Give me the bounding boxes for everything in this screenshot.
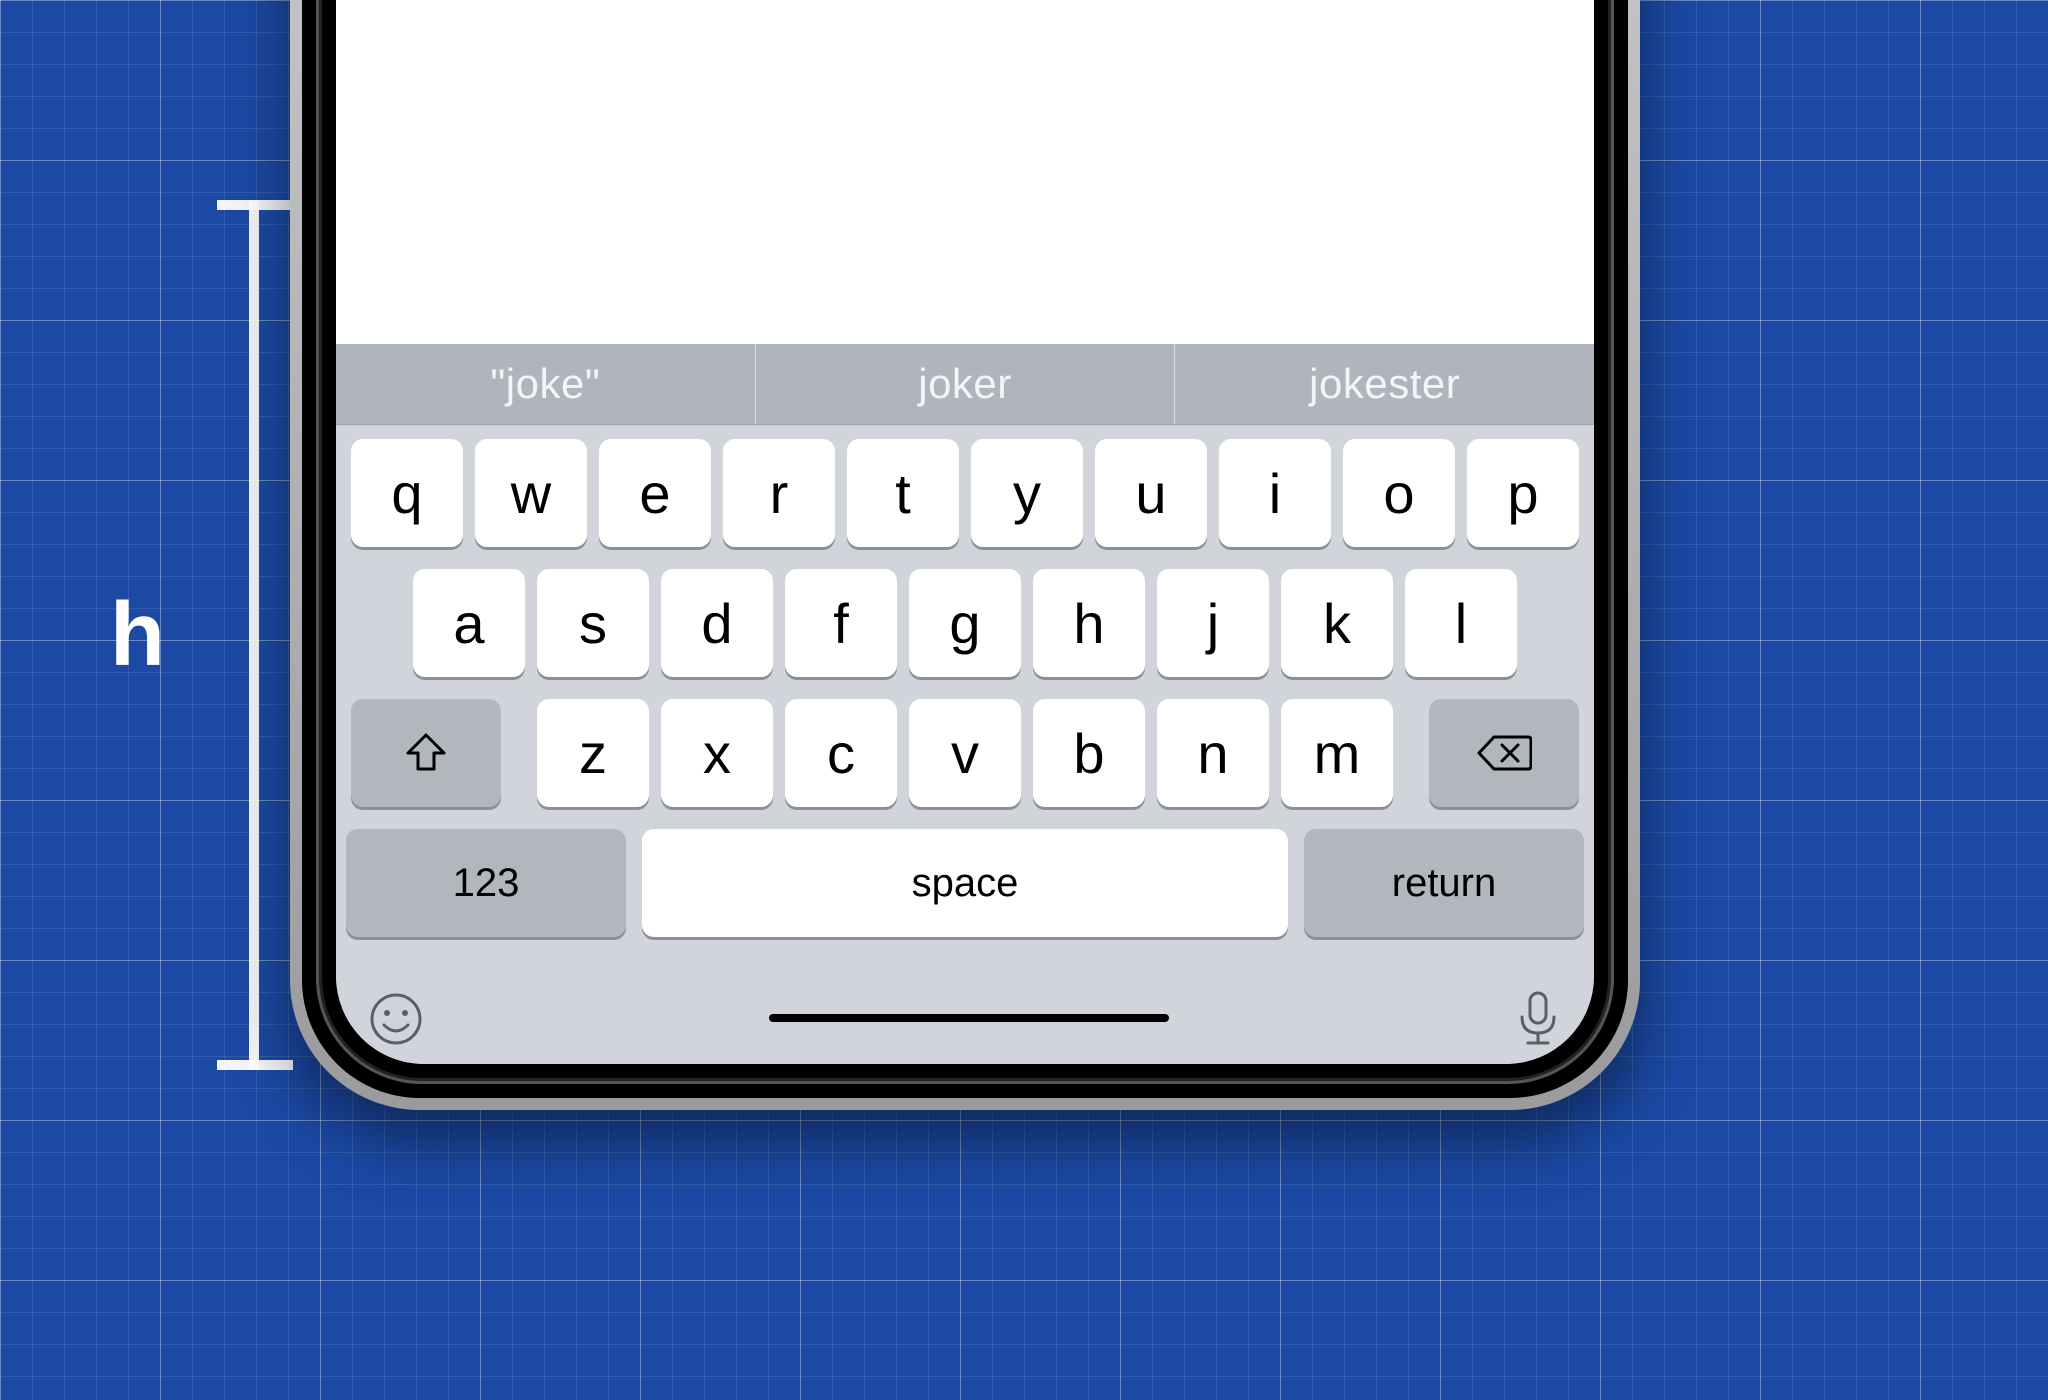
height-bracket [217,200,293,1070]
key-c[interactable]: c [785,699,897,807]
key-row-top: q w e r t y u i o p [346,439,1584,547]
key-r[interactable]: r [723,439,835,547]
key-k[interactable]: k [1281,569,1393,677]
key-u[interactable]: u [1095,439,1207,547]
key-row-middle: a s d f g h j k l [346,569,1584,677]
height-annotation: h [110,200,293,1070]
key-row-bottom: z x c v b n m [346,699,1584,807]
key-x[interactable]: x [661,699,773,807]
key-b[interactable]: b [1033,699,1145,807]
key-g[interactable]: g [909,569,1021,677]
backspace-key[interactable] [1429,699,1579,807]
prediction-suggestion[interactable]: "joke" [336,344,755,424]
key-f[interactable]: f [785,569,897,677]
prediction-suggestion[interactable]: jokester [1174,344,1594,424]
height-label: h [110,584,167,687]
key-y[interactable]: y [971,439,1083,547]
key-w[interactable]: w [475,439,587,547]
key-j[interactable]: j [1157,569,1269,677]
key-n[interactable]: n [1157,699,1269,807]
shift-icon [402,729,450,777]
key-a[interactable]: a [413,569,525,677]
key-l[interactable]: l [1405,569,1517,677]
key-e[interactable]: e [599,439,711,547]
shift-key[interactable] [351,699,501,807]
numbers-key[interactable]: 123 [346,829,626,937]
keyboard-bottom-bar [336,965,1594,1064]
key-z[interactable]: z [537,699,649,807]
key-p[interactable]: p [1467,439,1579,547]
key-s[interactable]: s [537,569,649,677]
emoji-icon[interactable] [368,991,424,1052]
prediction-bar: "joke" joker jokester [336,344,1594,425]
phone-frame: "joke" joker jokester q w e r t y u i o … [290,0,1640,1110]
prediction-suggestion[interactable]: joker [755,344,1175,424]
phone-screen: "joke" joker jokester q w e r t y u i o … [336,0,1594,1064]
key-o[interactable]: o [1343,439,1455,547]
key-row-action: 123 space return [346,829,1584,937]
key-i[interactable]: i [1219,439,1331,547]
key-d[interactable]: d [661,569,773,677]
return-key[interactable]: return [1304,829,1584,937]
key-h[interactable]: h [1033,569,1145,677]
home-indicator[interactable] [769,1014,1169,1022]
keyboard: "joke" joker jokester q w e r t y u i o … [336,344,1594,1064]
key-q[interactable]: q [351,439,463,547]
key-t[interactable]: t [847,439,959,547]
key-m[interactable]: m [1281,699,1393,807]
key-v[interactable]: v [909,699,1021,807]
space-key[interactable]: space [642,829,1288,937]
dictation-icon[interactable] [1514,989,1562,1054]
backspace-icon [1476,733,1532,773]
